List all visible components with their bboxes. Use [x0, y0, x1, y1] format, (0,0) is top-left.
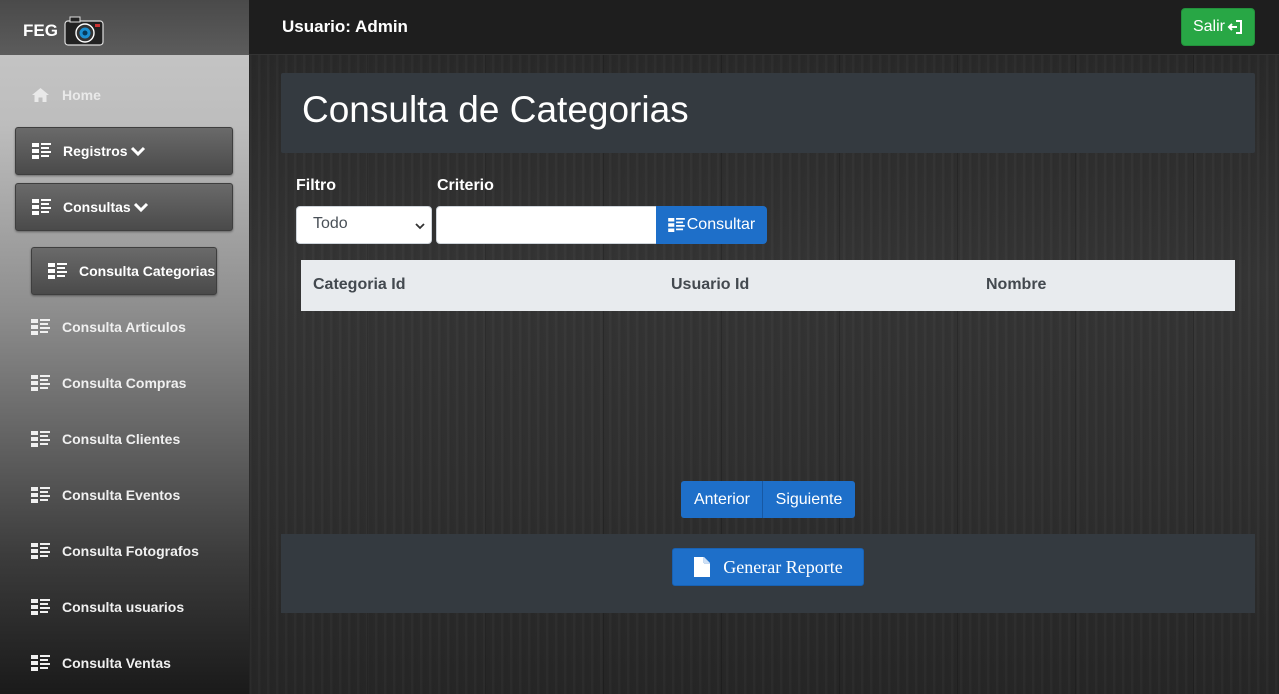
list-icon: [31, 599, 50, 615]
generate-report-label: Generar Reporte: [723, 556, 843, 577]
logout-button[interactable]: Salir: [1181, 8, 1255, 46]
page-title: Consulta de Categorias: [302, 89, 689, 130]
list-icon: [31, 655, 50, 671]
sidebar-item-label: Consultas: [63, 199, 131, 215]
list-icon: [31, 543, 50, 559]
sidebar-item-registros[interactable]: Registros: [15, 127, 233, 175]
column-header-nombre[interactable]: Nombre: [986, 276, 1046, 294]
sidebar-item-consulta-articulos[interactable]: Consulta Articulos: [15, 315, 233, 339]
list-icon: [667, 218, 685, 232]
consultar-button-label: Consultar: [686, 216, 756, 233]
sidebar-item-label: Consulta Ventas: [62, 655, 171, 671]
generate-report-button[interactable]: Generar Reporte: [672, 548, 864, 586]
table-header: Categoria Id Usuario Id Nombre: [301, 260, 1235, 311]
chevron-down-icon: [130, 146, 145, 157]
logout-icon: [1227, 20, 1242, 34]
sidebar: FEG Home Registros Consultas Consulta Ca…: [0, 0, 249, 694]
file-icon: [694, 557, 711, 577]
previous-page-label: Anterior: [693, 490, 751, 508]
chevron-down-icon: [133, 202, 148, 213]
column-header-usuario-id[interactable]: Usuario Id: [671, 276, 749, 294]
list-icon: [31, 375, 50, 391]
sidebar-item-consulta-clientes[interactable]: Consulta Clientes: [15, 427, 233, 451]
list-icon: [31, 431, 50, 447]
title-panel: Consulta de Categorias: [281, 73, 1255, 153]
sidebar-item-consulta-eventos[interactable]: Consulta Eventos: [15, 483, 233, 507]
list-icon: [31, 319, 50, 335]
column-header-categoria-id[interactable]: Categoria Id: [313, 276, 405, 294]
sidebar-item-label: Registros: [63, 143, 128, 159]
sidebar-item-label: Consulta Compras: [62, 375, 187, 391]
sidebar-item-consulta-fotografos[interactable]: Consulta Fotografos: [15, 539, 233, 563]
brand-name: FEG: [23, 21, 58, 40]
filter-select[interactable]: Todo: [296, 206, 432, 244]
sidebar-item-label: Consulta Articulos: [62, 319, 186, 335]
brand[interactable]: FEG: [0, 0, 249, 55]
list-icon: [32, 199, 51, 215]
previous-page-button[interactable]: Anterior: [681, 481, 763, 518]
sidebar-item-home[interactable]: Home: [15, 82, 233, 108]
sidebar-item-label: Consulta Categorias: [79, 263, 216, 279]
next-page-button[interactable]: Siguiente: [762, 481, 855, 518]
sidebar-item-consulta-ventas[interactable]: Consulta Ventas: [15, 651, 233, 675]
filter-select-value: Todo: [313, 215, 348, 232]
current-user-label: Usuario: Admin: [282, 17, 408, 36]
list-icon: [31, 487, 50, 503]
criteria-input[interactable]: [436, 206, 657, 244]
logout-button-label: Salir: [1192, 18, 1225, 35]
sidebar-item-consulta-compras[interactable]: Consulta Compras: [15, 371, 233, 395]
sidebar-item-consulta-usuarios[interactable]: Consulta usuarios: [15, 595, 233, 619]
consultar-button[interactable]: Consultar: [656, 206, 767, 244]
home-icon: [32, 88, 49, 102]
sidebar-item-label: Consulta Clientes: [62, 431, 181, 447]
next-page-label: Siguiente: [775, 490, 843, 508]
sidebar-item-label: Consulta Fotografos: [62, 543, 199, 559]
chevron-down-icon: [415, 223, 425, 230]
criteria-label: Criterio: [437, 177, 494, 194]
sidebar-item-consultas[interactable]: Consultas: [15, 183, 233, 231]
list-icon: [32, 143, 51, 159]
sidebar-item-label: Consulta Eventos: [62, 487, 181, 503]
sidebar-item-consulta-categorias[interactable]: Consulta Categorias: [31, 247, 217, 295]
filter-label: Filtro: [296, 177, 336, 194]
sidebar-item-label: Home: [62, 87, 101, 103]
sidebar-item-label: Consulta usuarios: [62, 599, 185, 615]
list-icon: [48, 263, 67, 279]
camera-icon: [64, 16, 104, 46]
